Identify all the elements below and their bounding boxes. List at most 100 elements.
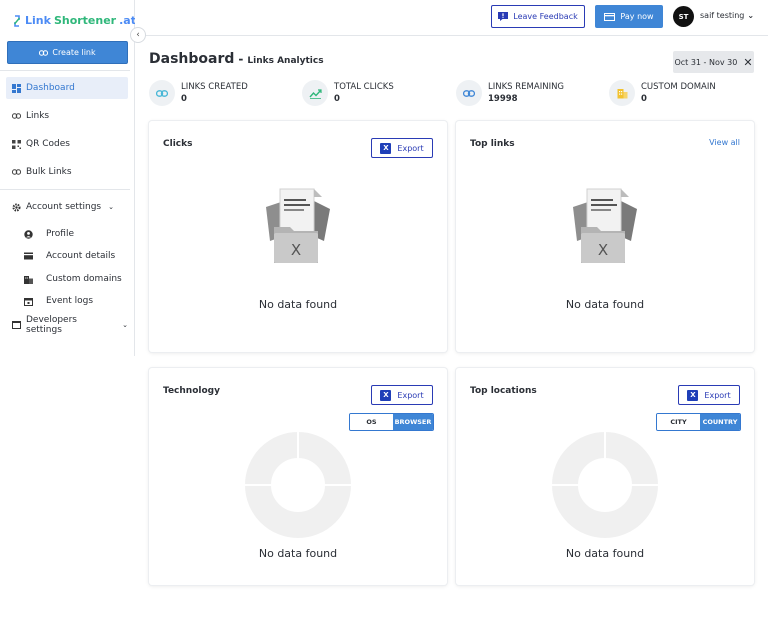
city-country-toggle: CITY COUNTRY <box>656 413 741 431</box>
link-logo-icon <box>13 14 21 27</box>
pay-now-label: Pay now <box>620 12 654 21</box>
link-icon <box>156 89 168 97</box>
export-button[interactable]: X Export <box>678 385 740 405</box>
user-menu[interactable]: saif testing ⌄ <box>700 11 754 20</box>
sidebar-item-label: Dashboard <box>26 83 75 93</box>
card-title: Clicks <box>163 139 193 149</box>
trend-chart-icon <box>308 88 322 99</box>
stat-label: TOTAL CLICKS <box>334 82 394 92</box>
stat-label: LINKS CREATED <box>181 82 248 92</box>
no-data-message: No data found <box>258 298 338 311</box>
stat-total-clicks: TOTAL CLICKS 0 <box>302 79 394 107</box>
empty-folder-icon: X <box>266 188 330 263</box>
stat-icon-wrapper <box>149 80 175 106</box>
export-button[interactable]: X Export <box>371 138 433 158</box>
sidebar-subitem-profile[interactable]: Profile <box>24 226 74 242</box>
building-icon <box>617 88 627 98</box>
sidebar-item-developers-settings[interactable]: Developers settings ⌄ <box>6 314 128 336</box>
empty-folder-icon: X <box>573 188 637 263</box>
page-title: Dashboard - Links Analytics <box>149 51 324 67</box>
no-data-message: No data found <box>258 547 338 560</box>
leave-feedback-button[interactable]: Leave Feedback <box>491 5 585 28</box>
link-icon <box>39 49 49 56</box>
sidebar-item-label: Developers settings <box>26 315 77 335</box>
card-title: Top locations <box>470 386 537 396</box>
create-link-label: Create link <box>52 48 96 57</box>
link-icon <box>12 112 21 121</box>
clicks-card: Clicks X Export X No data found <box>149 121 447 352</box>
sidebar-subitem-label: Profile <box>46 229 74 239</box>
sidebar-item-dashboard[interactable]: Dashboard <box>6 77 128 99</box>
brand-part-3: .at <box>119 14 136 27</box>
stat-icon-wrapper <box>302 80 328 106</box>
sidebar-item-links[interactable]: Links <box>6 105 128 127</box>
excel-icon: X <box>380 142 392 154</box>
empty-donut-chart <box>552 432 658 538</box>
toggle-option-country[interactable]: COUNTRY <box>700 414 740 430</box>
svg-text:X: X <box>598 241 608 259</box>
brand-part-2: Shortener <box>53 14 117 27</box>
stat-links-remaining: LINKS REMAINING 19998 <box>456 79 564 107</box>
toggle-option-os[interactable]: OS <box>350 414 393 430</box>
toggle-option-city[interactable]: CITY <box>657 414 700 430</box>
top-header: Leave Feedback Pay now ST saif testing ⌄ <box>135 0 768 36</box>
brand-part-1: Link <box>25 14 51 27</box>
sidebar-item-qr-codes[interactable]: QR Codes <box>6 133 128 155</box>
sidebar-collapse-button[interactable]: ‹ <box>130 27 146 43</box>
stat-links-created: LINKS CREATED 0 <box>149 79 248 107</box>
sidebar-subitem-event-logs[interactable]: Event logs <box>24 293 93 309</box>
date-range-picker[interactable]: Oct 31 - Nov 30 ✕ <box>673 51 754 73</box>
sidebar-subitem-label: Account details <box>46 251 116 261</box>
stat-value: 0 <box>334 94 340 104</box>
toggle-option-browser[interactable]: BROWSER <box>393 414 433 430</box>
stat-custom-domain: CUSTOM DOMAIN 0 <box>609 79 716 107</box>
stat-value: 19998 <box>488 94 518 104</box>
technology-card: Technology X Export OS BROWSER No data f… <box>149 368 447 585</box>
terminal-icon <box>12 321 21 330</box>
dashboard-icon <box>12 83 21 93</box>
link-icon <box>463 89 475 97</box>
pay-now-button[interactable]: Pay now <box>595 5 663 28</box>
empty-donut-chart <box>245 432 351 538</box>
brand-logo[interactable]: Link Shortener .at <box>12 14 136 27</box>
sidebar-item-account-settings[interactable]: Account settings ⌄ <box>6 196 128 218</box>
excel-icon: X <box>380 389 392 401</box>
create-link-button[interactable]: Create link <box>7 41 128 64</box>
top-links-card: Top links View all X No data found <box>456 121 754 352</box>
qr-code-icon <box>12 139 21 149</box>
user-circle-icon <box>24 229 33 239</box>
sidebar-item-label: Bulk Links <box>26 167 72 177</box>
credit-card-icon <box>604 12 616 21</box>
sidebar-item-label: QR Codes <box>26 139 70 149</box>
stat-label: CUSTOM DOMAIN <box>641 82 716 92</box>
sidebar-divider <box>0 70 130 71</box>
sidebar-item-label: Account settings <box>26 202 102 212</box>
sidebar-divider <box>0 189 130 190</box>
sidebar-item-bulk-links[interactable]: Bulk Links <box>6 161 128 183</box>
page-title-main: Dashboard <box>149 51 235 67</box>
view-all-link[interactable]: View all <box>709 138 740 147</box>
sidebar-item-label: Links <box>26 111 50 121</box>
close-icon[interactable]: ✕ <box>743 56 752 69</box>
card-icon <box>24 252 33 261</box>
chevron-down-icon: ⌄ <box>108 203 114 211</box>
export-label: Export <box>397 143 424 153</box>
sidebar-subitem-account-details[interactable]: Account details <box>24 248 115 264</box>
sidebar-subitem-custom-domains[interactable]: Custom domains <box>24 271 122 287</box>
avatar[interactable]: ST <box>673 6 694 27</box>
stat-icon-wrapper <box>609 80 635 106</box>
os-browser-toggle: OS BROWSER <box>349 413 434 431</box>
page-title-separator: - <box>238 52 244 66</box>
sidebar: Link Shortener .at Create link Dashboard L… <box>0 0 136 356</box>
no-data-message: No data found <box>565 547 645 560</box>
gear-icon <box>12 203 21 212</box>
top-locations-card: Top locations X Export CITY COUNTRY No d… <box>456 368 754 585</box>
export-label: Export <box>704 390 731 400</box>
export-button[interactable]: X Export <box>371 385 433 405</box>
sidebar-subitem-label: Custom domains <box>46 274 122 284</box>
leave-feedback-label: Leave Feedback <box>513 12 578 21</box>
sidebar-subitem-label: Event logs <box>46 296 94 306</box>
page-subtitle: Links Analytics <box>247 56 324 66</box>
excel-icon: X <box>687 389 699 401</box>
svg-text:X: X <box>291 241 301 259</box>
